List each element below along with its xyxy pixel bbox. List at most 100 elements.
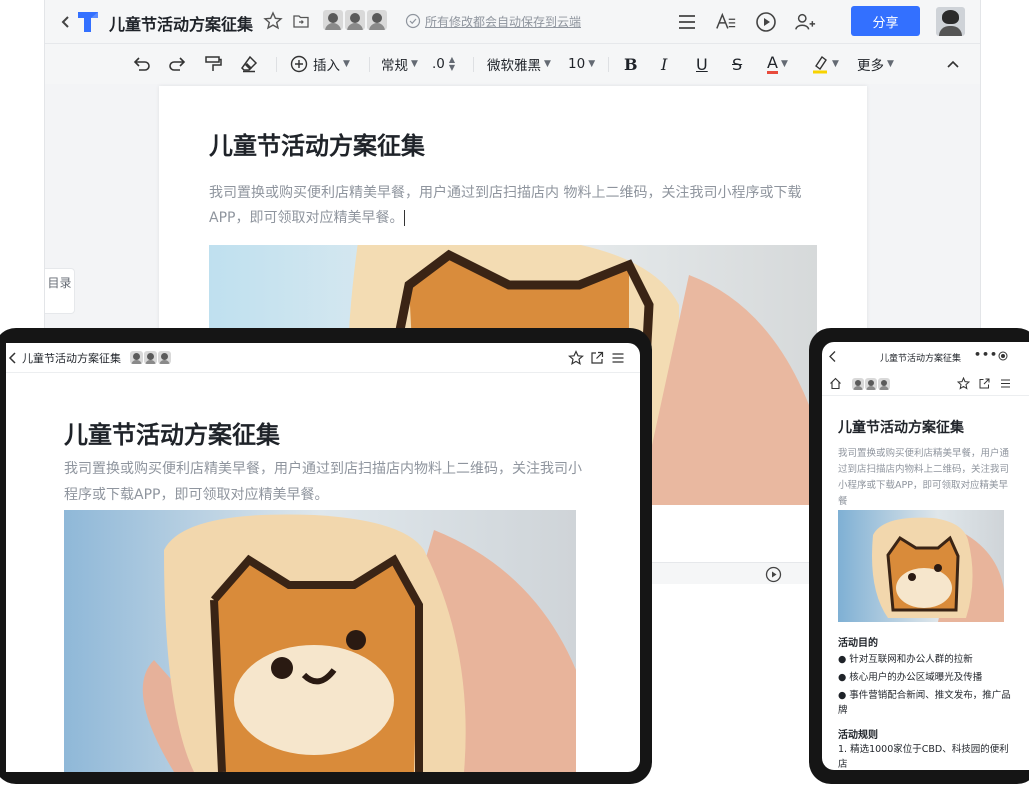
highlighter-icon <box>813 55 827 74</box>
home-icon[interactable] <box>829 377 842 390</box>
highlight-button[interactable]: ▼ <box>811 53 839 75</box>
menu-icon[interactable] <box>999 377 1012 390</box>
save-status[interactable]: 所有修改都会自动保存到云端 <box>425 13 581 30</box>
toast-photo <box>64 510 576 772</box>
page-title: 儿童节活动方案征集 <box>64 421 280 449</box>
format-painter-button[interactable] <box>203 53 223 75</box>
italic-button[interactable]: I <box>661 53 667 75</box>
more-icon[interactable]: ••• <box>974 348 998 361</box>
more-menu[interactable]: 更多 ▼ <box>857 53 894 75</box>
star-icon[interactable] <box>568 350 584 366</box>
divider <box>369 57 370 72</box>
divider <box>276 57 277 72</box>
font-family-select[interactable]: 微软雅黑 ▼ <box>487 53 551 75</box>
bullet-list: ● 针对互联网和办公人群的拉新 ● 核心用户的办公区域曝光及传播 ● 事件营销配… <box>838 652 1014 721</box>
toc-toggle[interactable]: 目录 <box>45 268 75 314</box>
phone-frame: 儿童节活动方案征集 ••• 儿童节活动方案征集 我司置换或购买便利店精美早餐，用… <box>809 328 1029 784</box>
page-title: 儿童节活动方案征集 <box>209 132 425 160</box>
insert-menu[interactable]: 插入 ▼ <box>290 53 350 75</box>
divider <box>608 57 609 72</box>
collaborator-avatars[interactable] <box>130 351 171 364</box>
add-user-icon[interactable] <box>794 11 816 33</box>
play-icon[interactable] <box>765 566 782 583</box>
check-circle-icon <box>405 13 421 29</box>
size-label: 10 <box>568 56 586 72</box>
font-label: 微软雅黑 <box>487 58 541 74</box>
doc-title: 儿童节活动方案征集 <box>22 352 121 365</box>
avatar[interactable] <box>130 351 143 364</box>
back-icon[interactable] <box>828 350 837 363</box>
avatar[interactable] <box>158 351 171 364</box>
star-icon[interactable] <box>263 11 283 31</box>
chevron-down-icon: ▼ <box>544 59 551 69</box>
paragraph-style-select[interactable]: 常规 ▼ <box>381 53 418 75</box>
collaborator-avatars[interactable] <box>323 10 387 30</box>
paragraph[interactable]: 我司置换或购买便利店精美早餐，用户通过到店扫描店内物料上二维码，关注我司小程序或… <box>838 446 1014 510</box>
insert-label: 插入 <box>313 58 340 74</box>
format-toolbar: 插入 ▼ 常规 ▼ .0 ▲ ▼ 微软雅黑 ▼ 10 ▼ B I U S A ▼ ▼ 更多 ▼ <box>45 44 980 84</box>
share-icon[interactable] <box>978 377 991 390</box>
list-item: ● 核心用户的办公区域曝光及传播 <box>838 672 983 683</box>
underline-button[interactable]: U <box>696 53 708 75</box>
spacing-label: .0 <box>432 56 445 72</box>
toast-illustration <box>838 510 1004 622</box>
chevron-down-icon: ▼ <box>588 59 596 69</box>
avatar[interactable] <box>865 378 877 390</box>
user-avatar[interactable] <box>936 7 965 36</box>
chevron-down-icon: ▼ <box>887 59 894 69</box>
phone-toolbar <box>822 372 1029 396</box>
back-icon[interactable] <box>59 12 73 32</box>
folder-icon[interactable] <box>292 12 310 30</box>
avatar[interactable] <box>144 351 157 364</box>
menu-icon[interactable] <box>676 11 698 33</box>
back-icon[interactable] <box>8 351 18 365</box>
font-size-select[interactable]: 10 ▼ <box>568 53 595 75</box>
avatar[interactable] <box>345 10 365 30</box>
avatar[interactable] <box>878 378 890 390</box>
title-bar: 儿童节活动方案征集 所有修改都会自动保存到云端 分享 <box>45 0 980 44</box>
section-heading: 活动目的 <box>838 638 878 649</box>
doc-title[interactable]: 儿童节活动方案征集 <box>109 11 253 35</box>
chevron-down-icon: ▼ <box>343 59 350 69</box>
paragraph[interactable]: 我司置换或购买便利店精美早餐，用户通过到店扫描店内物料上二维码，关注我司小程序或… <box>64 456 584 508</box>
logo-icon <box>78 12 98 32</box>
phone-screen: 儿童节活动方案征集 ••• 儿童节活动方案征集 我司置换或购买便利店精美早餐，用… <box>822 342 1029 770</box>
avatar[interactable] <box>852 378 864 390</box>
font-color-label: A <box>767 53 778 74</box>
chevron-down-icon: ▼ <box>832 59 839 69</box>
tablet-frame: 儿童节活动方案征集 儿童节活动方案征集 我司置换或购买便利店精美早餐，用户通过到… <box>0 328 652 784</box>
paragraph[interactable]: 我司置换或购买便利店精美早餐，用户通过到店扫描店内 物料上二维码，关注我司小程序… <box>209 181 819 231</box>
avatar[interactable] <box>323 10 343 30</box>
line-spacing-stepper[interactable]: .0 ▲ ▼ <box>432 53 455 75</box>
avatar[interactable] <box>367 10 387 30</box>
play-icon[interactable] <box>755 11 777 33</box>
list-item: 1. 精选1000家位于CBD、科技园的便利店 <box>838 744 1009 770</box>
style-label: 常规 <box>381 58 408 74</box>
eraser-icon <box>241 55 258 73</box>
record-icon[interactable] <box>998 351 1008 361</box>
text-cursor <box>404 210 406 226</box>
undo-icon <box>133 57 150 71</box>
text-style-icon[interactable] <box>715 11 737 33</box>
font-color-button[interactable]: A ▼ <box>767 53 788 75</box>
collapse-toolbar-button[interactable] <box>945 53 961 75</box>
redo-button[interactable] <box>167 53 187 75</box>
list-item: ● 事件营销配合新闻、推文发布，推广品牌 <box>838 690 1011 716</box>
bold-button[interactable]: B <box>624 53 638 75</box>
toast-illustration <box>64 510 576 772</box>
share-button[interactable]: 分享 <box>851 6 920 36</box>
menu-icon[interactable] <box>610 350 626 366</box>
redo-icon <box>169 57 186 71</box>
strikethrough-button[interactable]: S <box>732 53 742 75</box>
plus-circle-icon <box>290 55 308 73</box>
share-icon[interactable] <box>589 350 605 366</box>
list-item: ● 针对互联网和办公人群的拉新 <box>838 654 973 665</box>
chevron-down-icon: ▼ <box>411 59 418 69</box>
clear-format-button[interactable] <box>239 53 259 75</box>
collapse-icon <box>947 60 959 68</box>
format-painter-icon <box>205 56 222 71</box>
undo-button[interactable] <box>132 53 152 75</box>
star-icon[interactable] <box>957 377 970 390</box>
collaborator-avatars[interactable] <box>852 378 890 390</box>
numbered-list: 1. 精选1000家位于CBD、科技园的便利店 <box>838 742 1014 770</box>
